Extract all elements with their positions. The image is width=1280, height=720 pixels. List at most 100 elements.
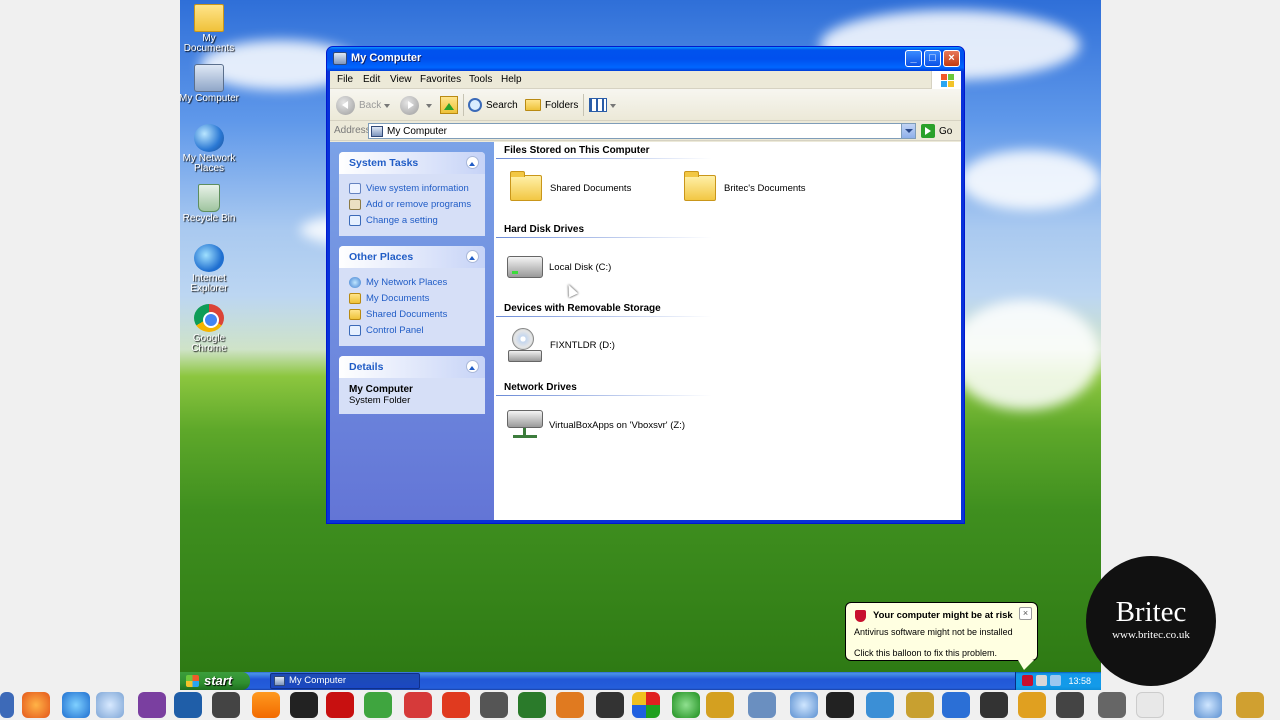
- system-tray: 13:58: [1015, 672, 1101, 690]
- app-icon[interactable]: [364, 692, 392, 718]
- desktop-icon-chrome[interactable]: Google Chrome: [180, 304, 240, 354]
- close-button[interactable]: ×: [943, 50, 960, 67]
- security-balloon[interactable]: Your computer might be at risk × Antivir…: [845, 602, 1038, 670]
- app-icon[interactable]: [290, 692, 318, 718]
- app-icon[interactable]: [790, 692, 818, 718]
- menu-view[interactable]: View: [390, 74, 412, 85]
- app-icon[interactable]: [138, 692, 166, 718]
- network-icon[interactable]: [1050, 675, 1061, 686]
- link-label: My Documents: [366, 292, 430, 304]
- link-my-network-places[interactable]: My Network Places: [349, 274, 475, 290]
- go-button[interactable]: Go: [921, 123, 952, 139]
- toolbar: Back Search Folders: [330, 89, 961, 121]
- item-britecs-documents[interactable]: Britec's Documents: [684, 171, 806, 201]
- link-control-panel[interactable]: Control Panel: [349, 322, 475, 338]
- item-shared-documents[interactable]: Shared Documents: [510, 171, 631, 201]
- link-change-setting[interactable]: Change a setting: [349, 212, 475, 228]
- my-computer-icon: [371, 125, 383, 137]
- address-bar: Address My Computer Go: [330, 121, 961, 141]
- start-button[interactable]: start: [180, 672, 250, 690]
- app-icon[interactable]: [0, 692, 14, 718]
- app-icon[interactable]: [1236, 692, 1264, 718]
- forward-arrow-icon: [400, 95, 419, 115]
- item-label: Britec's Documents: [724, 182, 806, 194]
- virtualbox-icon[interactable]: [748, 692, 776, 718]
- 7zip-icon[interactable]: [826, 692, 854, 718]
- app-icon[interactable]: [1018, 692, 1046, 718]
- title-bar[interactable]: My Computer _ □ ×: [327, 47, 964, 71]
- item-fixntldr-d[interactable]: FIXNTLDR (D:): [508, 328, 615, 362]
- desktop-icon-recycle-bin[interactable]: Recycle Bin: [180, 184, 240, 224]
- item-local-disk-c[interactable]: Local Disk (C:): [507, 256, 611, 278]
- link-view-system-information[interactable]: View system information: [349, 180, 475, 196]
- app-icon[interactable]: [556, 692, 584, 718]
- link-add-remove-programs[interactable]: Add or remove programs: [349, 196, 475, 212]
- taskbar-button-label: My Computer: [289, 675, 347, 686]
- menu-edit[interactable]: Edit: [363, 74, 380, 85]
- toolbar-divider: [463, 94, 464, 116]
- vlc-icon[interactable]: [252, 692, 280, 718]
- desktop-icon-my-computer[interactable]: My Computer: [180, 64, 240, 104]
- forward-button[interactable]: [400, 94, 432, 116]
- app-icon[interactable]: [480, 692, 508, 718]
- app-icon[interactable]: [1194, 692, 1222, 718]
- collapse-icon[interactable]: [466, 360, 479, 373]
- app-icon[interactable]: [906, 692, 934, 718]
- photoshop-icon[interactable]: [174, 692, 202, 718]
- volume-icon[interactable]: [1036, 675, 1047, 686]
- chevron-down-icon: [426, 103, 432, 111]
- app-icon[interactable]: [706, 692, 734, 718]
- group-divider: [496, 395, 712, 396]
- app-icon[interactable]: [96, 692, 124, 718]
- up-button[interactable]: [440, 94, 458, 116]
- link-my-documents[interactable]: My Documents: [349, 290, 475, 306]
- views-icon: [589, 98, 607, 112]
- taskbar-button-my-computer[interactable]: My Computer: [270, 673, 420, 689]
- close-icon[interactable]: ×: [1019, 607, 1032, 620]
- folders-button[interactable]: Folders: [525, 94, 578, 116]
- app-icon[interactable]: [672, 692, 700, 718]
- app-icon[interactable]: [1098, 692, 1126, 718]
- address-dropdown-button[interactable]: [901, 124, 915, 138]
- details-header[interactable]: Details: [339, 356, 485, 378]
- desktop-icon-label: My Documents: [183, 33, 235, 54]
- app-icon[interactable]: [866, 692, 894, 718]
- app-icon[interactable]: [1136, 692, 1164, 718]
- link-shared-documents[interactable]: Shared Documents: [349, 306, 475, 322]
- desktop-icon-my-documents[interactable]: My Documents: [180, 4, 240, 54]
- app-icon[interactable]: [980, 692, 1008, 718]
- menu-tools[interactable]: Tools: [469, 74, 492, 85]
- start-label: start: [204, 673, 233, 688]
- app-icon[interactable]: [632, 692, 660, 718]
- folder-up-icon: [440, 96, 458, 114]
- back-button[interactable]: Back: [336, 94, 391, 116]
- minimize-button[interactable]: _: [905, 50, 922, 67]
- app-icon[interactable]: [442, 692, 470, 718]
- app-icon[interactable]: [1056, 692, 1084, 718]
- maximize-button[interactable]: □: [924, 50, 941, 67]
- address-field[interactable]: My Computer: [368, 123, 916, 139]
- other-places-header[interactable]: Other Places: [339, 246, 485, 268]
- collapse-icon[interactable]: [466, 250, 479, 263]
- menu-favorites[interactable]: Favorites: [420, 74, 461, 85]
- system-tasks-header[interactable]: System Tasks: [339, 152, 485, 174]
- views-button[interactable]: [589, 94, 616, 116]
- chevron-down-icon: [610, 103, 616, 111]
- desktop-icon-network-places[interactable]: My Network Places: [180, 124, 240, 174]
- internet-explorer-icon[interactable]: [62, 692, 90, 718]
- app-icon[interactable]: [326, 692, 354, 718]
- collapse-icon[interactable]: [466, 156, 479, 169]
- app-icon[interactable]: [596, 692, 624, 718]
- security-alert-icon[interactable]: [1022, 675, 1033, 686]
- search-button[interactable]: Search: [468, 94, 518, 116]
- desktop-icon-internet-explorer[interactable]: Internet Explorer: [180, 244, 240, 294]
- app-icon[interactable]: [404, 692, 432, 718]
- app-icon[interactable]: [518, 692, 546, 718]
- desktop-icon-label: Google Chrome: [191, 333, 227, 354]
- app-icon[interactable]: [212, 692, 240, 718]
- firefox-icon[interactable]: [22, 692, 50, 718]
- item-virtualboxapps-z[interactable]: VirtualBoxApps on 'Vboxsvr' (Z:): [507, 410, 685, 440]
- menu-file[interactable]: File: [337, 74, 353, 85]
- app-icon[interactable]: [942, 692, 970, 718]
- menu-help[interactable]: Help: [501, 74, 522, 85]
